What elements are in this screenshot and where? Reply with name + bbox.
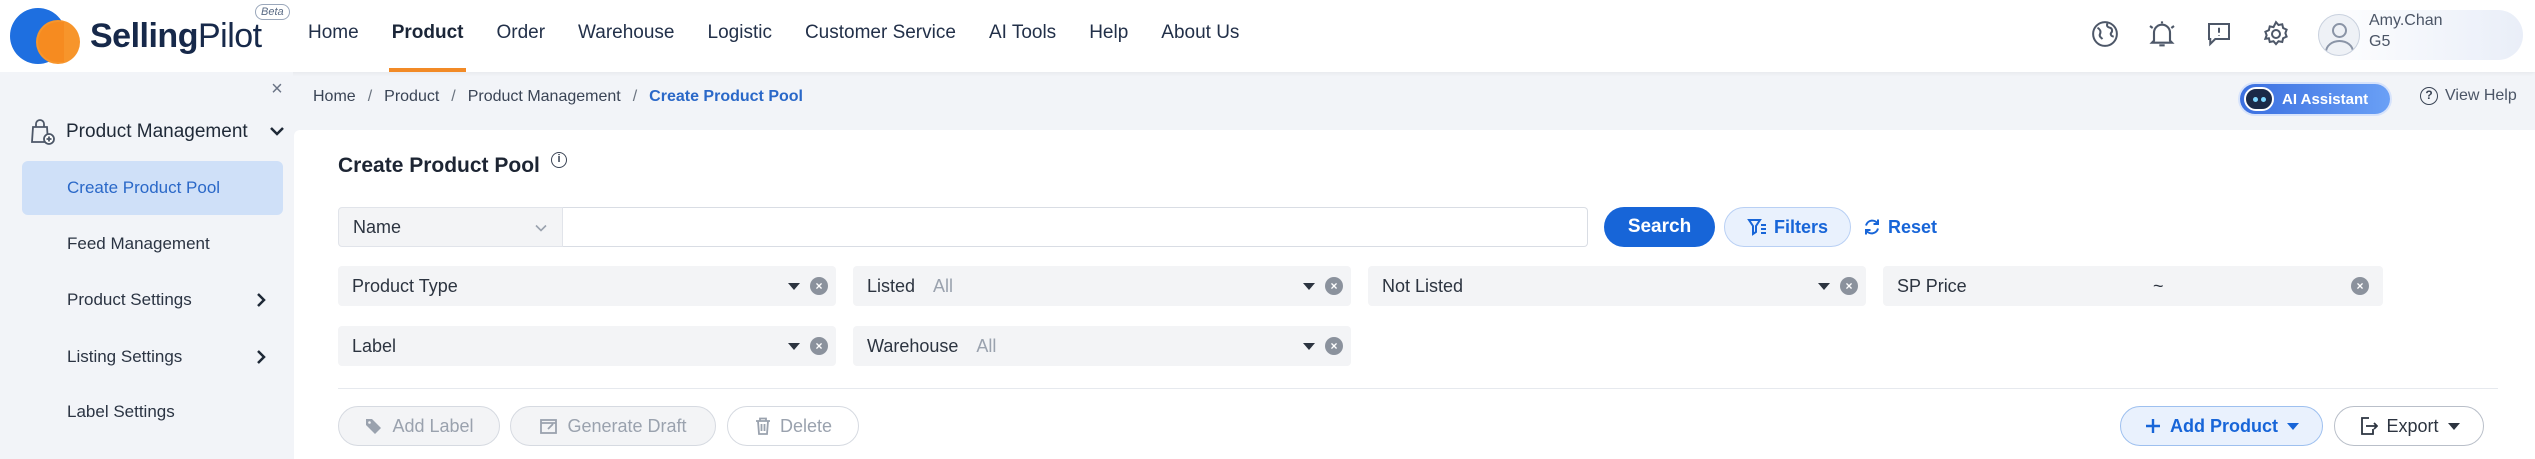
main-card: Create Product Pool i Name Search Filter… bbox=[294, 130, 2535, 459]
view-help-link[interactable]: ? View Help bbox=[2420, 87, 2517, 105]
delete-button[interactable]: Delete bbox=[727, 406, 859, 446]
caret-down-icon bbox=[1303, 343, 1315, 350]
brand-name: SellingPilot bbox=[90, 16, 262, 55]
ai-assistant-button[interactable]: AI Assistant bbox=[2240, 84, 2390, 114]
chevron-down-icon bbox=[270, 127, 284, 136]
sidebar-item-product-settings[interactable]: Product Settings bbox=[22, 273, 283, 327]
nav-item-home[interactable]: Home bbox=[308, 0, 359, 72]
user-org: G5 bbox=[2369, 33, 2391, 50]
bell-icon[interactable] bbox=[2142, 14, 2182, 54]
info-icon[interactable]: i bbox=[551, 152, 567, 168]
close-icon[interactable]: × bbox=[268, 79, 286, 99]
nav-item-customer-service[interactable]: Customer Service bbox=[805, 0, 956, 72]
clear-icon[interactable]: × bbox=[2351, 277, 2369, 295]
breadcrumb: Home / Product / Product Management / Creat… bbox=[313, 88, 803, 106]
nav-item-logistic[interactable]: Logistic bbox=[708, 0, 772, 72]
breadcrumb-home[interactable]: Home bbox=[313, 88, 356, 106]
export-button[interactable]: Export bbox=[2334, 406, 2484, 446]
sidebar-item-create-product-pool[interactable]: Create Product Pool bbox=[22, 161, 283, 215]
robot-icon bbox=[2244, 87, 2274, 111]
breadcrumb-product[interactable]: Product bbox=[384, 88, 439, 106]
chevron-right-icon bbox=[257, 293, 266, 307]
help-icon: ? bbox=[2420, 87, 2438, 105]
trash-icon bbox=[755, 417, 770, 435]
divider bbox=[338, 388, 2498, 389]
logo-mark-icon bbox=[8, 6, 82, 66]
clear-icon[interactable]: × bbox=[1325, 337, 1343, 355]
breadcrumb-current: Create Product Pool bbox=[649, 88, 803, 105]
caret-down-icon bbox=[788, 283, 800, 290]
tag-icon bbox=[366, 419, 382, 434]
clear-icon[interactable]: × bbox=[1840, 277, 1858, 295]
listed-filter[interactable]: Listed All × bbox=[853, 266, 1351, 306]
add-product-button[interactable]: Add Product bbox=[2120, 406, 2323, 446]
sidebar: × Product Management Create Product Pool… bbox=[0, 72, 293, 459]
nav-item-help[interactable]: Help bbox=[1089, 0, 1128, 72]
not-listed-filter[interactable]: Not Listed × bbox=[1368, 266, 1866, 306]
user-menu[interactable]: Amy.Chan G5 bbox=[2318, 10, 2523, 60]
refresh-icon bbox=[1865, 219, 1879, 235]
nav-item-order[interactable]: Order bbox=[496, 0, 545, 72]
sidebar-section-label: Product Management bbox=[66, 121, 248, 142]
breadcrumb-product-management[interactable]: Product Management bbox=[468, 88, 621, 106]
caret-down-icon bbox=[1303, 283, 1315, 290]
product-type-filter[interactable]: Product Type × bbox=[338, 266, 836, 306]
sellingpilot-logo[interactable]: SellingPilot bbox=[8, 6, 262, 66]
beta-badge: Beta bbox=[255, 4, 290, 20]
search-input[interactable] bbox=[563, 207, 1588, 247]
message-icon[interactable] bbox=[2199, 14, 2239, 54]
filters-button[interactable]: Filters bbox=[1724, 207, 1851, 247]
nav-item-about-us[interactable]: About Us bbox=[1161, 0, 1239, 72]
caret-down-icon bbox=[2287, 422, 2299, 430]
price-range-separator: ~ bbox=[2153, 276, 2164, 296]
plus-icon bbox=[2146, 419, 2160, 433]
chevron-down-icon bbox=[535, 224, 547, 232]
filter-icon bbox=[1747, 219, 1766, 236]
draft-icon bbox=[540, 419, 558, 434]
add-label-button[interactable]: Add Label bbox=[338, 406, 500, 446]
avatar bbox=[2318, 14, 2360, 56]
sidebar-section-product-management[interactable]: Product Management bbox=[30, 112, 290, 152]
nav-item-product[interactable]: Product bbox=[388, 0, 467, 72]
globe-icon[interactable] bbox=[2085, 14, 2125, 54]
nav-item-warehouse[interactable]: Warehouse bbox=[578, 0, 674, 72]
view-help-label: View Help bbox=[2445, 87, 2517, 104]
search-field-select[interactable]: Name bbox=[338, 207, 563, 247]
generate-draft-button[interactable]: Generate Draft bbox=[510, 406, 716, 446]
sidebar-item-listing-settings[interactable]: Listing Settings bbox=[22, 330, 283, 384]
caret-down-icon bbox=[1818, 283, 1830, 290]
nav-item-ai-tools[interactable]: AI Tools bbox=[989, 0, 1056, 72]
product-management-icon bbox=[31, 119, 55, 145]
search-button[interactable]: Search bbox=[1604, 207, 1715, 247]
warehouse-filter[interactable]: Warehouse All × bbox=[853, 326, 1351, 366]
export-icon bbox=[2361, 417, 2379, 435]
caret-down-icon bbox=[2447, 422, 2460, 430]
sp-price-filter[interactable]: SP Price ~ × bbox=[1883, 266, 2383, 306]
ai-assistant-label: AI Assistant bbox=[2282, 90, 2369, 108]
clear-icon[interactable]: × bbox=[1325, 277, 1343, 295]
caret-down-icon bbox=[788, 343, 800, 350]
clear-icon[interactable]: × bbox=[810, 337, 828, 355]
top-navigation-bar: SellingPilot Beta Home Product Order War… bbox=[0, 0, 2535, 72]
clear-icon[interactable]: × bbox=[810, 277, 828, 295]
page-title: Create Product Pool bbox=[338, 154, 540, 177]
gear-icon[interactable] bbox=[2256, 14, 2296, 54]
chevron-right-icon bbox=[257, 350, 266, 364]
sidebar-item-label-settings[interactable]: Label Settings bbox=[22, 385, 283, 439]
reset-button[interactable]: Reset bbox=[1862, 207, 1937, 247]
user-name: Amy.Chan bbox=[2369, 12, 2443, 29]
label-filter[interactable]: Label × bbox=[338, 326, 836, 366]
sidebar-item-feed-management[interactable]: Feed Management bbox=[22, 217, 283, 271]
main-nav: Home Product Order Warehouse Logistic Cu… bbox=[308, 0, 1272, 72]
